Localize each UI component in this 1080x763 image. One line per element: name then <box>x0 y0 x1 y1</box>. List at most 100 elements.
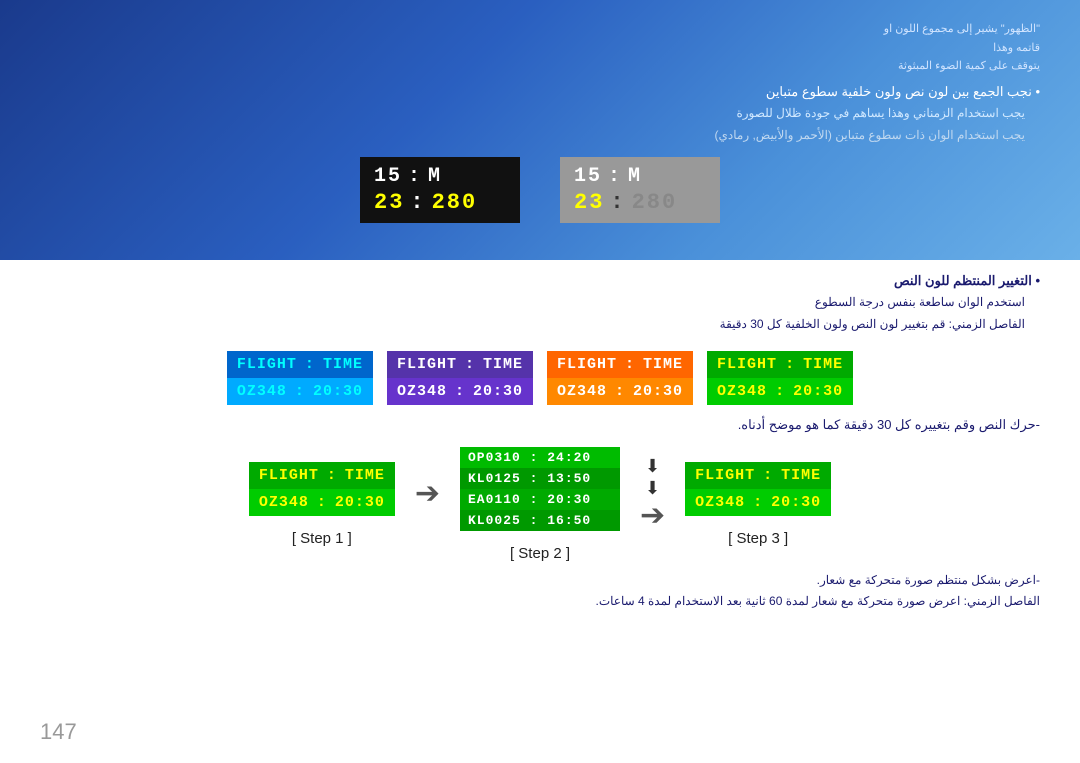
step2-label: [ Step 2 ] <box>510 545 570 562</box>
white-sub1: استخدم الوان ساطعة بنفس درجة السطوع <box>40 292 1040 314</box>
fw1-bot: OZ348 : 20:30 <box>227 378 373 405</box>
flight-widgets-row: FLIGHT : TIME OZ348 : 20:30 FLIGHT : TIM… <box>40 351 1040 405</box>
step3-label: [ Step 3 ] <box>728 530 788 547</box>
step1-widget: FLIGHT : TIME OZ348 : 20:30 <box>249 462 395 516</box>
flight-widget-4: FLIGHT : TIME OZ348 : 20:30 <box>707 351 853 405</box>
disp1-colon2: : <box>410 190 425 215</box>
bottom-arabic-text: -اعرض بشكل منتظم صورة متحركة مع شعار. ال… <box>40 570 1040 613</box>
step1-bot-value: 20:30 <box>335 494 385 511</box>
fw4-bot-label: OZ348 <box>717 383 767 400</box>
display-box-gray: 15 : M 23 : 280 <box>560 157 720 223</box>
fw3-bot-label: OZ348 <box>557 383 607 400</box>
step3-top: FLIGHT : TIME <box>685 462 831 489</box>
fw3-top-label: FLIGHT <box>557 356 617 373</box>
step2-block: OP0310 : 24:20 KL0125 : 13:50 EA0110 : 2… <box>460 447 620 562</box>
step1-bot-label: OZ348 <box>259 494 309 511</box>
step1-top: FLIGHT : TIME <box>249 462 395 489</box>
fw4-bot: OZ348 : 20:30 <box>707 378 853 405</box>
step3-top-label: FLIGHT <box>695 467 755 484</box>
arrow-right-icon-2: ➔ <box>640 501 665 531</box>
white-bullet: • التغيير المنتظم للون النص <box>40 269 1040 292</box>
step3-block: FLIGHT : TIME OZ348 : 20:30 [ Step 3 ] <box>685 462 831 547</box>
fw3-top-colon: : <box>625 356 635 373</box>
display-row-3: 15 : M <box>574 165 706 188</box>
fw4-bot-colon: : <box>775 383 785 400</box>
step2-scroll-list: OP0310 : 24:20 KL0125 : 13:50 EA0110 : 2… <box>460 447 620 531</box>
fw2-top-label: FLIGHT <box>397 356 457 373</box>
arrow1: ➔ <box>415 479 440 509</box>
fw1-top-value: TIME <box>323 356 363 373</box>
fw4-top-colon: : <box>785 356 795 373</box>
fw1-bot-value: 20:30 <box>313 383 363 400</box>
scroll-item-4: KL0025 : 16:50 <box>460 510 620 531</box>
fw2-bot: OZ348 : 20:30 <box>387 378 533 405</box>
disp2-colon2: : <box>610 190 625 215</box>
step1-block: FLIGHT : TIME OZ348 : 20:30 [ Step 1 ] <box>249 462 395 547</box>
step1-label: [ Step 1 ] <box>292 530 352 547</box>
scroll-item-1: OP0310 : 24:20 <box>460 447 620 468</box>
fw2-top: FLIGHT : TIME <box>387 351 533 378</box>
display-box-dark: 15 : M 23 : 280 <box>360 157 520 223</box>
fw1-top: FLIGHT : TIME <box>227 351 373 378</box>
fw3-bot-colon: : <box>615 383 625 400</box>
display-section: 15 : M 23 : 280 15 : M 23 : 280 <box>40 157 1040 223</box>
disp1-r1-right: M <box>428 165 442 188</box>
step3-bot: OZ348 : 20:30 <box>685 489 831 516</box>
fw4-top-label: FLIGHT <box>717 356 777 373</box>
flight-widget-1: FLIGHT : TIME OZ348 : 20:30 <box>227 351 373 405</box>
white-section: • التغيير المنتظم للون النص استخدم الوان… <box>0 253 1080 633</box>
disp2-colon1: : <box>608 165 622 188</box>
fw4-top-value: TIME <box>803 356 843 373</box>
step3-bot-label: OZ348 <box>695 494 745 511</box>
fw1-top-colon: : <box>305 356 315 373</box>
scroll-item-2: KL0125 : 13:50 <box>460 468 620 489</box>
step1-top-label: FLIGHT <box>259 467 319 484</box>
fw3-top-value: TIME <box>643 356 683 373</box>
disp2-r1-right: M <box>628 165 642 188</box>
disp1-r1-left: 15 <box>374 165 402 188</box>
fw4-top: FLIGHT : TIME <box>707 351 853 378</box>
bottom-line1: -اعرض بشكل منتظم صورة متحركة مع شعار. <box>40 570 1040 592</box>
top-sub2: يجب استخدام الوان ذات سطوع متباين (الأحم… <box>40 125 1040 147</box>
disp2-r2-right: 280 <box>632 190 678 215</box>
fw3-bot: OZ348 : 20:30 <box>547 378 693 405</box>
fw1-bot-label: OZ348 <box>237 383 287 400</box>
display-row-4: 23 : 280 <box>574 190 706 215</box>
disp2-r1-left: 15 <box>574 165 602 188</box>
top-bullet1: • نجب الجمع بين لون نص ولون خلفية سطوع م… <box>40 80 1040 103</box>
disp1-r2-right: 280 <box>432 190 478 215</box>
fw2-bot-value: 20:30 <box>473 383 523 400</box>
fw1-bot-colon: : <box>295 383 305 400</box>
flight-widget-2: FLIGHT : TIME OZ348 : 20:30 <box>387 351 533 405</box>
step3-top-value: TIME <box>781 467 821 484</box>
fw3-bot-value: 20:30 <box>633 383 683 400</box>
fw2-top-colon: : <box>465 356 475 373</box>
step3-widget: FLIGHT : TIME OZ348 : 20:30 <box>685 462 831 516</box>
disp1-colon1: : <box>408 165 422 188</box>
step3-bot-value: 20:30 <box>771 494 821 511</box>
arrow2: ⬇ ⬇ ➔ <box>640 457 665 531</box>
page-number: 147 <box>40 719 77 745</box>
arabic-white-text: • التغيير المنتظم للون النص استخدم الوان… <box>40 269 1040 336</box>
top-sub1: يجب استخدام الزمناني وهذا يساهم في جودة … <box>40 103 1040 125</box>
fw2-top-value: TIME <box>483 356 523 373</box>
step1-bot: OZ348 : 20:30 <box>249 489 395 516</box>
fw2-bot-colon: : <box>455 383 465 400</box>
disp1-r2-left: 23 <box>374 190 404 215</box>
steps-note: -حرك النص وقم بتغييره كل 30 دقيقة كما هو… <box>40 413 1040 436</box>
steps-row: FLIGHT : TIME OZ348 : 20:30 [ Step 1 ] ➔… <box>40 447 1040 562</box>
arrow-right-icon: ➔ <box>415 479 440 509</box>
scroll-item-3: EA0110 : 20:30 <box>460 489 620 510</box>
fw3-top: FLIGHT : TIME <box>547 351 693 378</box>
display-row-2: 23 : 280 <box>374 190 506 215</box>
display-row-1: 15 : M <box>374 165 506 188</box>
arrow-down-icon-2: ⬇ <box>645 479 660 497</box>
flight-widget-3: FLIGHT : TIME OZ348 : 20:30 <box>547 351 693 405</box>
disp2-r2-left: 23 <box>574 190 604 215</box>
step1-top-value: TIME <box>345 467 385 484</box>
fw4-bot-value: 20:30 <box>793 383 843 400</box>
bottom-line2: الفاصل الزمني: اعرض صورة متحركة مع شعار … <box>40 591 1040 613</box>
fw1-top-label: FLIGHT <box>237 356 297 373</box>
arrow-down-icon-1: ⬇ <box>645 457 660 475</box>
white-sub2: الفاصل الزمني: قم بتغيير لون النص ولون ا… <box>40 314 1040 336</box>
